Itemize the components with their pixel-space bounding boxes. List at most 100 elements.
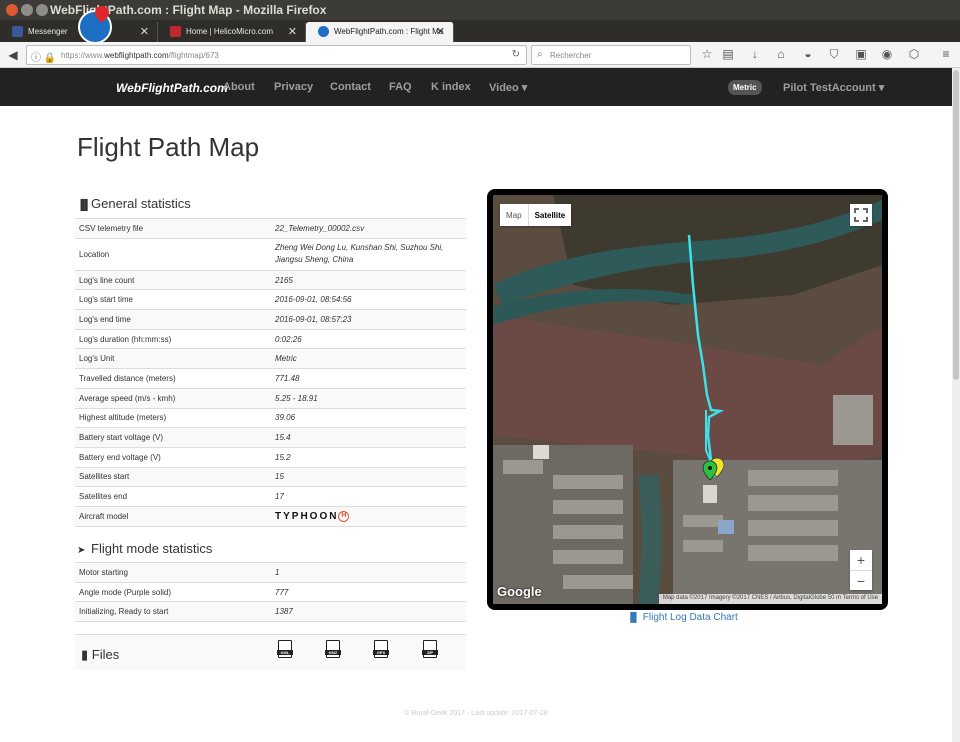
file-type-label: KMZ (325, 650, 341, 655)
home-icon[interactable]: ⌂ (773, 47, 789, 61)
tab-helicomicro[interactable]: Home | HelicoMicro.com ✕ (158, 22, 306, 42)
search-icon: ⌕ (537, 49, 543, 60)
site-logo-text[interactable]: WebFlightPath.com (116, 81, 228, 95)
table-row: Log's end time 2016-09-01, 08:57:23 (75, 309, 466, 330)
stat-label: Average speed (m/s - kmh) (75, 387, 271, 408)
extension-icon[interactable]: ▣ (853, 47, 869, 61)
close-tab-icon[interactable]: ✕ (436, 25, 445, 38)
table-row: Initializing, Ready to start 1387 (75, 601, 466, 623)
stat-value: 777 (271, 581, 466, 602)
back-arrow-icon[interactable]: ◀ (5, 47, 21, 63)
stat-label: Motor starting (75, 562, 271, 583)
stat-label: Satellites end (75, 486, 271, 507)
table-row: Log's duration (hh:mm:ss) 0:02:26 (75, 328, 466, 349)
navigation-bar: ◀ ⓘ 🔒 https://www.webflightpath.com/flig… (0, 42, 960, 68)
metric-badge[interactable]: Metric (728, 80, 762, 95)
page-footer: © Rural-Geek 2017 - Last update: 2017-07… (404, 710, 548, 717)
stat-label: Location (75, 237, 271, 271)
nav-video-dropdown[interactable]: Video ▾ (489, 81, 527, 94)
table-row: Travelled distance (meters) 771.48 (75, 368, 466, 389)
reload-icon[interactable]: ↻ (512, 49, 520, 60)
table-row: Average speed (m/s - kmh) 5.25 - 18.91 (75, 387, 466, 408)
stat-label: Highest altitude (meters) (75, 407, 271, 428)
kml-file-icon[interactable]: KML (277, 640, 293, 658)
file-icon: ▮ (81, 647, 89, 662)
file-type-label: GPX (373, 650, 389, 655)
stat-value: 2016-09-01, 08:54:56 (271, 289, 466, 310)
reading-list-icon[interactable]: ▤ (720, 47, 736, 61)
shield-icon[interactable]: ⛉ (826, 47, 842, 62)
zoom-out-button[interactable]: − (850, 570, 872, 590)
bookmark-star-icon[interactable]: ☆ (699, 47, 715, 61)
stat-label: Battery start voltage (V) (75, 427, 271, 448)
stat-label: Battery end voltage (V) (75, 446, 271, 468)
search-input[interactable]: ⌕ Rechercher (531, 45, 691, 65)
table-row: Satellites start 15 (75, 466, 466, 487)
table-row: Log's line count 2165 (75, 269, 466, 290)
nav-k-index[interactable]: K index (431, 81, 471, 93)
nav-faq[interactable]: FAQ (389, 81, 412, 93)
fullscreen-button[interactable] (850, 204, 872, 226)
aircraft-model-text: TYPHOON (275, 510, 339, 522)
files-label: Files (91, 647, 120, 662)
map-type-satellite-button[interactable]: Satellite (527, 204, 572, 226)
nav-contact[interactable]: Contact (330, 81, 371, 93)
file-type-label: KML (277, 650, 293, 655)
close-tab-icon[interactable]: ✕ (140, 25, 149, 38)
stat-value: 2165 (271, 269, 466, 290)
stat-label: Log's start time (75, 289, 271, 310)
bar-chart-icon: ▐▌ (77, 200, 92, 211)
url-prefix: https://www. (61, 51, 105, 60)
page-scrollbar[interactable] (952, 68, 960, 742)
zoom-in-button[interactable]: + (850, 550, 872, 570)
stat-value: 1 (271, 562, 466, 583)
map-attribution[interactable]: Map data ©2017 Imagery ©2017 CNES / Airb… (658, 594, 882, 604)
zip-file-icon[interactable]: ZIP (422, 640, 438, 658)
table-row: Log's start time 2016-09-01, 08:54:56 (75, 289, 466, 310)
stat-value: 22_Telemetry_00002.csv (271, 218, 466, 239)
stat-value: Metric (271, 348, 466, 369)
flight-log-chart-link[interactable]: ▐▌ Flight Log Data Chart (627, 612, 738, 623)
close-tab-icon[interactable]: ✕ (288, 25, 297, 38)
window-maximize-button[interactable] (36, 4, 48, 16)
nav-about[interactable]: About (223, 81, 255, 93)
site-navbar: WebFlightPath.com About Privacy Contact … (0, 68, 952, 106)
gpx-file-icon[interactable]: GPX (373, 640, 389, 658)
kmz-file-icon[interactable]: KMZ (325, 640, 341, 658)
stat-value: TYPHOON H (271, 505, 466, 527)
stat-label: Travelled distance (meters) (75, 368, 271, 389)
nav-privacy[interactable]: Privacy (274, 81, 313, 93)
stat-value: 17 (271, 486, 466, 507)
table-row: Location Zheng Wei Dong Lu, Kunshan Shi, … (75, 237, 466, 271)
chrome-like-icon[interactable]: ◉ (879, 47, 895, 61)
page-title: Flight Path Map (77, 132, 260, 162)
hamburger-menu-icon[interactable]: ≡ (938, 47, 954, 61)
map-type-map-button[interactable]: Map (500, 204, 528, 226)
stat-label: Log's end time (75, 309, 271, 330)
general-stats-title: General statistics (91, 196, 191, 211)
flight-mode-title: Flight mode statistics (91, 541, 213, 556)
files-heading: ▮ Files (81, 647, 119, 663)
flight-mode-table: Motor starting 1 Angle mode (Purple solid)… (75, 562, 466, 623)
tab-label: WebFlightPath.com : Flight Ma (334, 27, 444, 36)
globe-logo-icon[interactable] (78, 10, 112, 44)
tab-webflightpath[interactable]: WebFlightPath.com : Flight Ma ✕ (306, 22, 454, 42)
paper-plane-icon: ➤ (77, 545, 86, 556)
download-icon[interactable]: ↓ (747, 47, 763, 61)
privacy-badger-icon[interactable]: ⬡ (906, 47, 922, 61)
stat-value: 5.25 - 18.91 (271, 387, 466, 408)
tab-bar: Messenger ✕ Home | HelicoMicro.com ✕ Web… (0, 20, 960, 59)
pilot-account-dropdown[interactable]: Pilot TestAccount ▾ (783, 81, 884, 94)
stat-label: Log's Unit (75, 348, 271, 369)
stat-value: 15 (271, 466, 466, 487)
files-row: ▮ Files KML KMZ GPX ZIP (75, 634, 466, 670)
window-close-button[interactable] (6, 4, 18, 16)
pocket-icon[interactable]: ◒ (800, 47, 816, 61)
site-info-lock-icon[interactable]: ⓘ 🔒 (31, 49, 56, 64)
scrollbar-thumb[interactable] (953, 70, 959, 380)
search-placeholder: Rechercher (550, 51, 592, 60)
globe-icon (318, 26, 329, 37)
url-bar[interactable]: ⓘ 🔒 https://www.webflightpath.com/flight… (26, 45, 527, 65)
satellite-map[interactable]: Map Satellite + − Google Map data ©2017 I… (493, 195, 882, 604)
window-minimize-button[interactable] (21, 4, 33, 16)
